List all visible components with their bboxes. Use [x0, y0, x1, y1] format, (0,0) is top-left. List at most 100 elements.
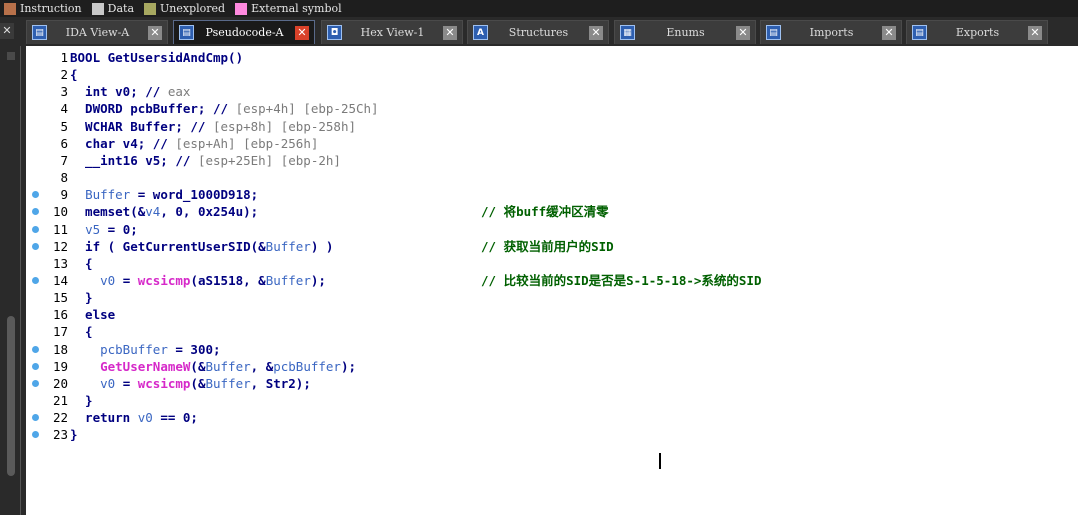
tab-pseudocode-a[interactable]: ▤ Pseudocode-A ✕ [173, 20, 315, 44]
breakpoint-dot-icon[interactable] [32, 225, 39, 233]
tab-label: Structures [508, 26, 569, 39]
breakpoint-dot-icon[interactable] [32, 379, 39, 387]
code-text: { [70, 67, 78, 83]
code-line[interactable]: 10 memset(&v4, 0, 0x254u); // 将buff缓冲区清零 [26, 203, 1066, 220]
code-line[interactable]: 13 { [26, 255, 1066, 272]
code-line[interactable]: 2{ [26, 66, 1066, 83]
code-text: } [70, 393, 93, 408]
tab-bar: ✕ ▤ IDA View-A ✕ ▤ Pseudocode-A ✕ ◘ Hex View-1 ✕… [0, 17, 1078, 46]
line-number: 23 [52, 427, 68, 443]
exports-icon: ▤ [912, 25, 927, 40]
code-text: __int16 v5; // [esp+25Eh] [ebp-2h] [70, 152, 341, 168]
tab-close-icon[interactable]: ✕ [1028, 25, 1042, 40]
legend-item: Instruction [0, 2, 82, 15]
breakpoint-dot-icon[interactable] [32, 242, 39, 250]
tab-close-icon[interactable]: ✕ [736, 25, 750, 40]
tab-enums[interactable]: ▦ Enums ✕ [614, 20, 756, 44]
tab-close-icon[interactable]: ✕ [882, 25, 896, 40]
breakpoint-dot-icon[interactable] [32, 414, 39, 422]
code-line[interactable]: 15 } [26, 289, 1066, 306]
code-line[interactable]: 4 DWORD pcbBuffer; // [esp+4h] [ebp-25Ch… [26, 100, 1066, 117]
code-text: pcbBuffer = 300; [100, 341, 221, 357]
code-line[interactable]: 3 int v0; // eax [26, 83, 1066, 100]
code-line[interactable]: 9 Buffer = word_1000D918; [26, 186, 1066, 203]
code-text: return v0 == 0; [70, 410, 198, 426]
hex-view-icon: ◘ [327, 25, 342, 40]
breakpoint-dot-icon[interactable] [32, 208, 39, 216]
tab-close-icon[interactable]: ✕ [443, 25, 457, 40]
legend-item: Data [88, 2, 134, 15]
code-text: v5 = 0; [85, 221, 138, 237]
line-number: 7 [60, 152, 68, 168]
tab-label: Pseudocode-A [205, 26, 284, 39]
tab-close-icon[interactable]: ✕ [148, 25, 162, 40]
code-line[interactable]: 11 v5 = 0; [26, 221, 1066, 238]
line-number: 13 [52, 255, 68, 271]
tab-label: Enums [666, 26, 705, 39]
code-line[interactable]: 17 { [26, 323, 1066, 340]
line-number: 19 [52, 358, 68, 374]
code-line[interactable]: 18 pcbBuffer = 300; [26, 341, 1066, 358]
line-number: 3 [60, 84, 68, 100]
code-line[interactable]: 12 if ( GetCurrentUserSID(&Buffer) ) // 获… [26, 238, 1066, 255]
tab-close-icon[interactable]: ✕ [295, 25, 309, 40]
breakpoint-dot-icon[interactable] [32, 276, 39, 284]
code-line[interactable]: 8 [26, 169, 1066, 186]
code-text: memset(&v4, 0, 0x254u); [70, 204, 259, 220]
legend-swatch [144, 2, 157, 15]
legend-item: External symbol [231, 2, 342, 15]
tab-label: Exports [955, 26, 1000, 39]
legend-label: External symbol [251, 2, 342, 15]
legend-swatch [4, 2, 16, 15]
tab-hex-view-1[interactable]: ◘ Hex View-1 ✕ [321, 20, 463, 44]
structures-icon: A [473, 25, 488, 40]
line-number: 22 [52, 410, 68, 426]
gutter-marker-icon [7, 52, 15, 60]
code-line[interactable]: 14 v0 = wcsicmp(aS1518, &Buffer); // 比较当前… [26, 272, 1066, 289]
line-number: 11 [52, 221, 68, 237]
breakpoint-dot-icon[interactable] [32, 362, 39, 370]
code-line[interactable]: 6 char v4; // [esp+Ah] [ebp-256h] [26, 135, 1066, 152]
tab-imports[interactable]: ▤ Imports ✕ [760, 20, 902, 44]
code-text: char v4; // [esp+Ah] [ebp-256h] [70, 135, 319, 151]
pseudocode-icon: ▤ [179, 25, 194, 40]
breakpoint-dot-icon[interactable] [32, 431, 39, 439]
line-number: 16 [52, 307, 68, 323]
code-line[interactable]: 22 return v0 == 0; [26, 409, 1066, 426]
pseudocode-view[interactable]: 1 BOOL GetUsersidAndCmp() 2{3 int v0; // e… [26, 46, 1078, 515]
code-line[interactable]: 16 else [26, 306, 1066, 323]
code-comment: // 将buff缓冲区清零 [481, 204, 609, 220]
tab-label: Imports [809, 26, 854, 39]
tab-close-icon[interactable]: ✕ [589, 25, 603, 40]
code-line[interactable]: 23} [26, 426, 1066, 443]
vertical-scrollbar-thumb[interactable] [7, 316, 15, 476]
line-number: 1 [60, 50, 68, 65]
line-number: 12 [52, 238, 68, 254]
code-line[interactable]: 19 GetUserNameW(&Buffer, &pcbBuffer); [26, 358, 1066, 375]
code-line[interactable]: 5 WCHAR Buffer; // [esp+8h] [ebp-258h] [26, 118, 1066, 135]
code-line[interactable]: 7 __int16 v5; // [esp+25Eh] [ebp-2h] [26, 152, 1066, 169]
breakpoint-dot-icon[interactable] [32, 191, 39, 199]
code-line[interactable]: 1 BOOL GetUsersidAndCmp() [26, 49, 1066, 66]
left-gutter [0, 46, 26, 515]
code-text: } [70, 427, 78, 443]
tab-structures[interactable]: A Structures ✕ [467, 20, 609, 44]
text-caret [659, 453, 661, 469]
tab-ida-view-a[interactable]: ▤ IDA View-A ✕ [26, 20, 168, 44]
ida-view-icon: ▤ [32, 25, 47, 40]
code-text: v0 = wcsicmp(&Buffer, Str2); [100, 375, 311, 391]
legend-bar: Instruction Data Unexplored External symbol [0, 0, 1078, 17]
code-line[interactable]: 21 } [26, 392, 1066, 409]
tab-exports[interactable]: ▤ Exports ✕ [906, 20, 1048, 44]
breakpoint-dot-icon[interactable] [32, 345, 39, 353]
enums-icon: ▦ [620, 25, 635, 40]
code-comment: // 比较当前的SID是否是S-1-5-18->系统的SID [481, 272, 762, 288]
line-number: 15 [52, 290, 68, 306]
panel-close-icon[interactable]: ✕ [0, 23, 14, 39]
code-text: Buffer = word_1000D918; [85, 187, 259, 203]
imports-icon: ▤ [766, 25, 781, 40]
code-text: else [70, 307, 116, 323]
legend-label: Unexplored [160, 2, 226, 15]
line-number: 21 [52, 393, 68, 408]
code-line[interactable]: 20 v0 = wcsicmp(&Buffer, Str2); [26, 375, 1066, 392]
